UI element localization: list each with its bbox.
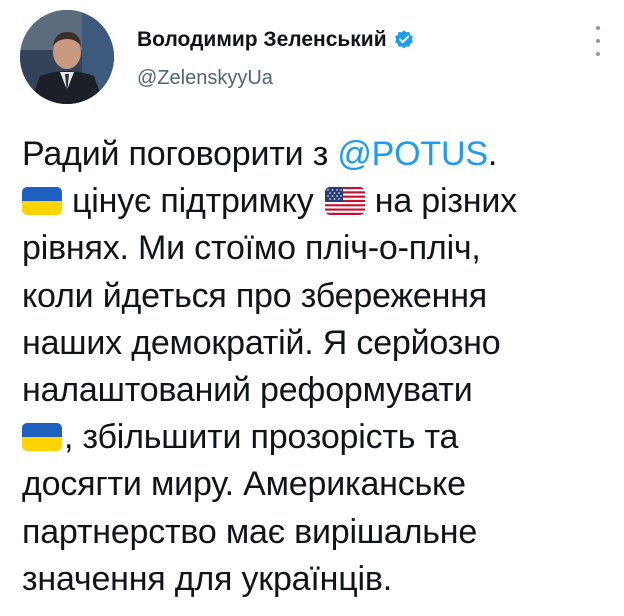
tweet-card: Володимир Зеленський @ZelenskyyUa Радий … [0, 0, 624, 616]
tweet-line-4: коли йдеться про збереження [22, 276, 487, 315]
author-avatar[interactable] [20, 10, 114, 104]
ukraine-flag-icon [22, 423, 62, 452]
tweet-text-segment: на різних [374, 182, 517, 221]
tweet-header: Володимир Зеленський @ZelenskyyUa [20, 10, 610, 110]
author-handle[interactable]: @ZelenskyyUa [137, 67, 273, 90]
us-flag-icon [324, 187, 365, 216]
author-name[interactable]: Володимир Зеленський [137, 28, 387, 52]
tweet-line-3: рівнях. Ми стоїмо пліч-о-пліч, [22, 229, 481, 268]
tweet-line-5: наших демократій. Я серйозно [22, 323, 501, 362]
tweet-text-segment: . [487, 135, 498, 173]
author-name-row: Володимир Зеленський [137, 27, 415, 53]
tweet-line-8: досягти миру. Американське [22, 465, 466, 504]
avatar-photo [20, 10, 114, 104]
tweet-line-9: партнерство має вирішальне [22, 512, 478, 551]
tweet-text-segment: цінує підтримку [72, 182, 323, 221]
mention-link-potus[interactable]: @POTUS [337, 135, 488, 173]
tweet-text-segment: Радий поговорити з [22, 135, 338, 173]
tweet-line-6: налаштований реформувати [22, 370, 473, 409]
tweet-line-2: цінує підтримку на різних [22, 178, 612, 225]
more-options-icon[interactable] [588, 26, 608, 56]
tweet-text: Радий поговорити з @POTUS. цінує підтрим… [22, 131, 612, 603]
tweet-line-7: , збільшити прозорість та [22, 414, 612, 461]
ukraine-flag-icon [22, 187, 62, 216]
tweet-line-1: Радий поговорити з @POTUS. [22, 131, 612, 178]
verified-badge-icon [393, 29, 415, 51]
tweet-text-segment: , збільшити прозорість та [64, 418, 459, 457]
tweet-line-10: значення для українців. [22, 559, 392, 598]
